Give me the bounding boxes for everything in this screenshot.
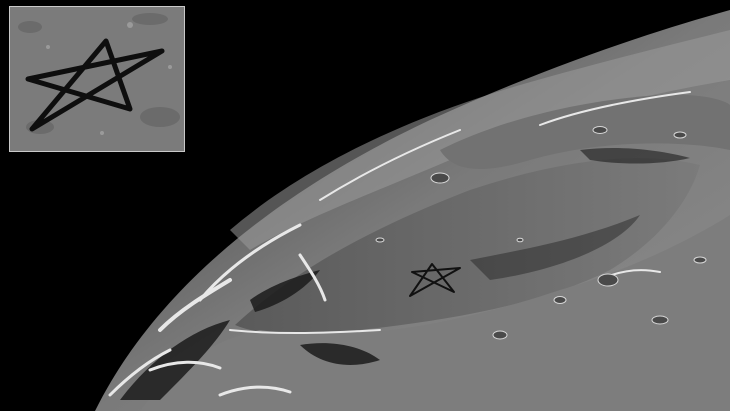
zoom-inset	[9, 6, 185, 152]
inset-image	[10, 7, 184, 151]
